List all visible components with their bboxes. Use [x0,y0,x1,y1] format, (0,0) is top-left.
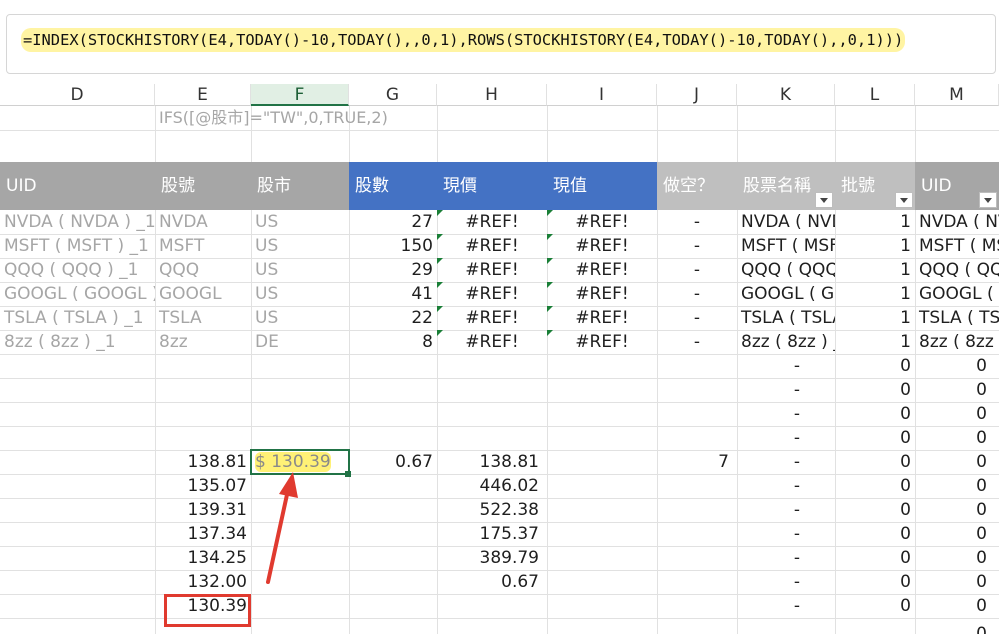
formula-bar[interactable]: =INDEX(STOCKHISTORY(E4,TODAY()-10,TODAY(… [6,14,996,74]
formula-text[interactable]: =INDEX(STOCKHISTORY(E4,TODAY()-10,TODAY(… [21,28,906,52]
top-text-strip [0,0,999,12]
spreadsheet-grid[interactable]: D E F G H I J K L M IFS([@股市]="TW",0,TRU… [0,84,999,634]
annotation-arrow-icon [266,472,298,584]
